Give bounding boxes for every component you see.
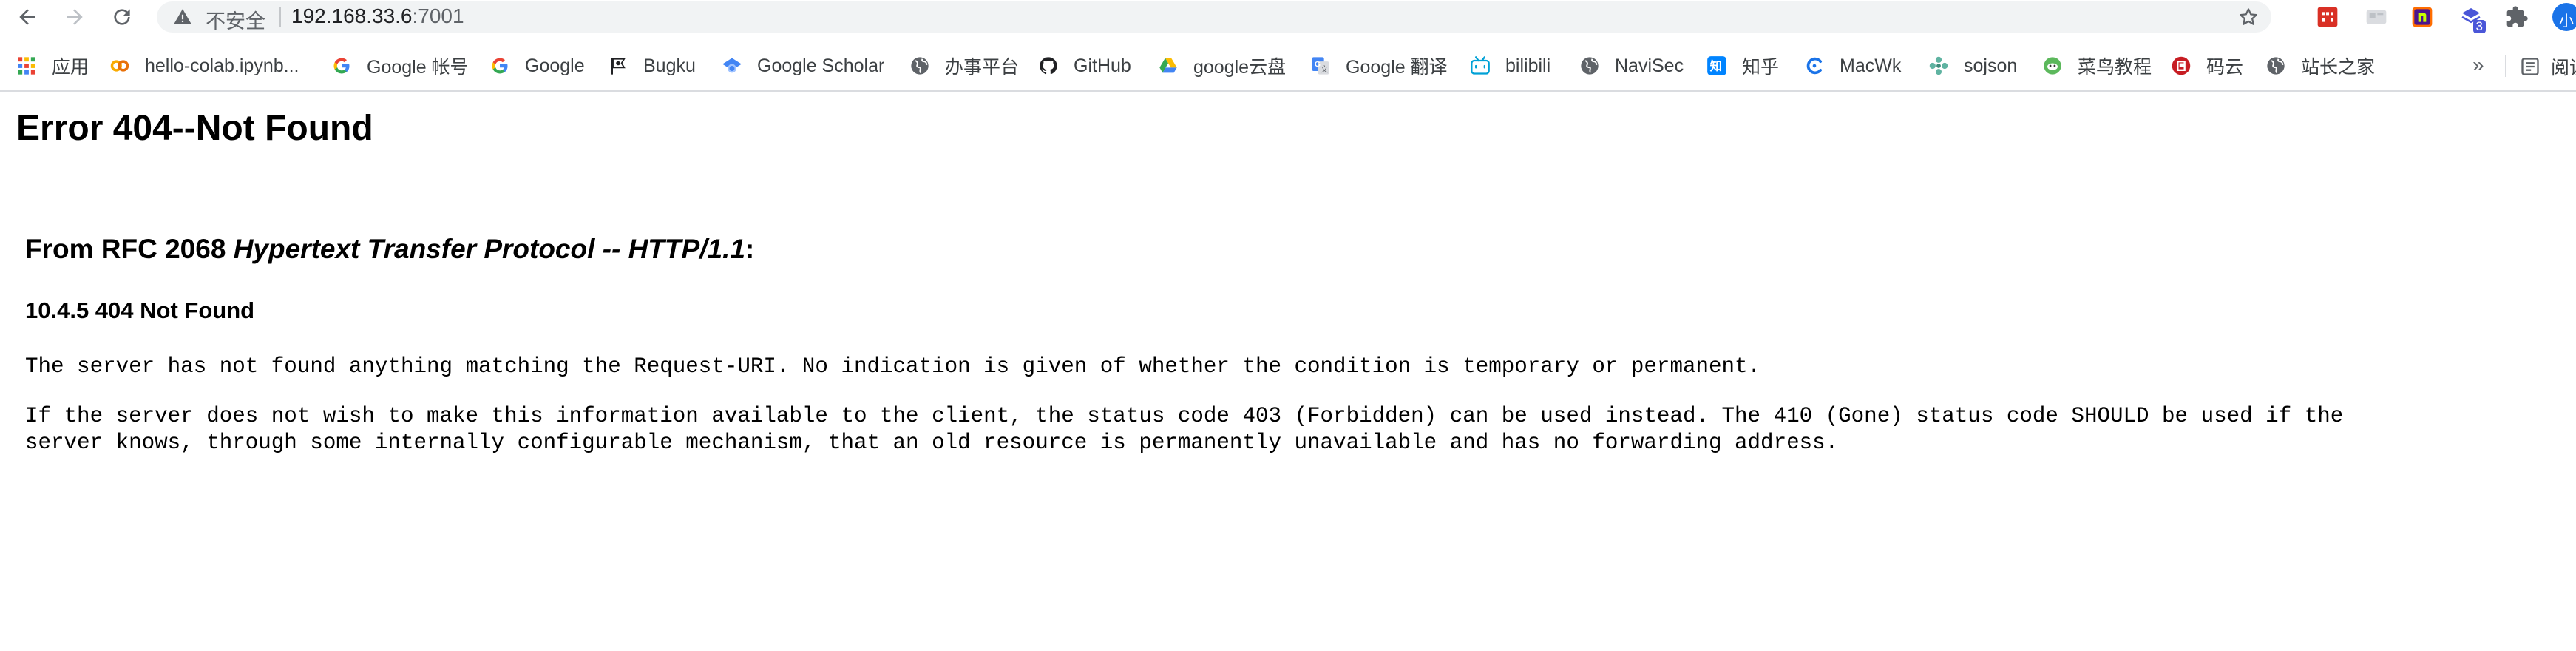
- bookmark-label: bilibili: [1505, 55, 1551, 76]
- colab-icon: [109, 55, 130, 76]
- rfc-prefix: From RFC 2068: [25, 234, 234, 264]
- gitee-icon: [2171, 55, 2192, 76]
- puzzle-icon[interactable]: [2504, 4, 2530, 30]
- bookmark-google-drive[interactable]: google云盘: [1158, 53, 1286, 78]
- arrow-left-icon: [19, 9, 35, 25]
- more-bookmarks-button[interactable]: »: [2472, 53, 2484, 77]
- google-g-icon: [331, 55, 352, 76]
- bookmark-macwk[interactable]: MacWk: [1804, 53, 1901, 78]
- bookmark-label: GitHub: [1074, 55, 1131, 76]
- bookmark-label: Google 帐号: [367, 57, 469, 78]
- bookmark-google[interactable]: Google: [489, 53, 585, 78]
- arrow-right-icon: [67, 9, 83, 25]
- macwk-icon: [1804, 55, 1825, 76]
- bookmark-bugku[interactable]: Bugku: [608, 53, 696, 78]
- bookmark-bilibili[interactable]: bilibili: [1470, 53, 1550, 78]
- bookmark-label: Google 翻译: [1346, 57, 1448, 78]
- bugku-icon: [608, 55, 628, 76]
- grey-card-extension-icon[interactable]: [2363, 4, 2390, 30]
- url-host: 192.168.33.6: [291, 4, 413, 27]
- page-title: Error 404--Not Found: [16, 109, 373, 148]
- translate-icon: G文: [1310, 55, 1331, 76]
- description-paragraph: The server has not found anything matchi…: [25, 354, 1761, 379]
- bookmark-label: 应用: [52, 57, 89, 78]
- bookmark-zhihu[interactable]: 知 知乎: [1706, 53, 1779, 78]
- bookmark-label: 菜鸟教程: [2078, 57, 2152, 78]
- paragraph-line: If the server does not wish to make this…: [25, 404, 2344, 428]
- google-g-icon: [489, 55, 510, 76]
- scholar-icon: [722, 55, 742, 76]
- n-logo-extension-icon[interactable]: [2409, 4, 2436, 30]
- forward-button[interactable]: [60, 2, 89, 32]
- svg-text:知: 知: [1710, 59, 1722, 73]
- rfc-title: Hypertext Transfer Protocol -- HTTP/1.1: [233, 234, 745, 264]
- bookmark-google-scholar[interactable]: Google Scholar: [722, 53, 884, 78]
- globe-icon: [909, 55, 930, 76]
- bookmark-label: NaviSec: [1615, 55, 1684, 76]
- bookmark-label: Google Scholar: [757, 55, 885, 76]
- section-heading: 10.4.5 404 Not Found: [25, 297, 255, 323]
- bookmark-runoob[interactable]: 菜鸟教程: [2042, 53, 2152, 78]
- bookmark-label: Bugku: [643, 55, 696, 76]
- purple-extension-icon[interactable]: 3: [2458, 4, 2486, 33]
- globe-icon: [1579, 55, 1600, 76]
- bookmark-label: google云盘: [1193, 57, 1287, 78]
- svg-text:G: G: [1315, 60, 1321, 69]
- browser-toolbar: 不安全 192.168.33.6:7001 3 小: [0, 0, 2576, 37]
- bookmark-gitee[interactable]: 码云: [2171, 53, 2243, 78]
- bookmark-label: 办事平台: [945, 57, 1020, 78]
- back-button[interactable]: [13, 2, 42, 32]
- rfc-suffix: :: [745, 234, 755, 264]
- bookmarks-divider: [2505, 55, 2506, 77]
- globe-icon: [2265, 55, 2286, 76]
- reload-button[interactable]: [107, 2, 137, 32]
- forbidden-gone-paragraph: If the server does not wish to make this…: [25, 403, 2343, 456]
- bookmark-label: 码云: [2206, 57, 2244, 78]
- bookmark-service-platform[interactable]: 办事平台: [909, 53, 1019, 78]
- bookmark-google-translate[interactable]: G文 Google 翻译: [1310, 53, 1448, 78]
- bookmark-label: 知乎: [1742, 57, 1780, 78]
- zhihu-icon: 知: [1706, 55, 1727, 76]
- red-grid-extension-icon[interactable]: [2314, 4, 2341, 30]
- bookmark-apps[interactable]: 应用: [16, 53, 89, 78]
- address-bar[interactable]: 不安全 192.168.33.6:7001: [157, 1, 2271, 33]
- warning-triangle-icon[interactable]: [173, 7, 192, 27]
- bookmark-chinaz[interactable]: 站长之家: [2265, 53, 2375, 78]
- bookmark-label: sojson: [1964, 55, 2018, 76]
- not-secure-label[interactable]: 不安全: [206, 5, 265, 34]
- rfc-heading: From RFC 2068 Hypertext Transfer Protoco…: [25, 234, 754, 265]
- bookmark-label: 站长之家: [2301, 57, 2376, 78]
- bookmark-sojson[interactable]: sojson: [1928, 53, 2017, 78]
- runoob-icon: [2042, 55, 2063, 76]
- paragraph-line: server knows, through some internally co…: [25, 431, 1839, 455]
- omnibox-divider: [279, 7, 281, 27]
- bookmark-github[interactable]: GitHub: [1038, 53, 1131, 78]
- github-icon: [1038, 55, 1059, 76]
- bookmark-navisec[interactable]: NaviSec: [1579, 53, 1684, 78]
- bookmark-label: MacWk: [1840, 55, 1902, 76]
- bookmark-label: hello-colab.ipynb...: [145, 55, 299, 76]
- drive-icon: [1158, 55, 1179, 76]
- bookmark-colab[interactable]: hello-colab.ipynb...: [109, 53, 299, 78]
- extension-badge: 3: [2472, 20, 2486, 33]
- bookmark-star-icon[interactable]: [2237, 6, 2260, 28]
- reading-list-icon: [2521, 58, 2539, 75]
- url-text[interactable]: 192.168.33.6:7001: [291, 4, 464, 28]
- url-port: :7001: [412, 4, 464, 27]
- profile-avatar[interactable]: 小: [2552, 3, 2576, 31]
- bookmark-label: Google: [525, 55, 585, 76]
- apps-grid-icon: [16, 55, 37, 76]
- bilibili-icon: [1470, 55, 1491, 76]
- bookmark-google-account[interactable]: Google 帐号: [331, 53, 469, 78]
- reload-icon: [114, 9, 130, 25]
- bookmarks-bar: 应用 hello-colab.ipynb... Google 帐号 Google…: [0, 43, 2576, 92]
- reading-list-button[interactable]: 阅读: [2520, 53, 2576, 80]
- reading-list-label: 阅读: [2551, 58, 2576, 78]
- sojson-icon: [1928, 55, 1949, 76]
- svg-text:文: 文: [1321, 64, 1329, 74]
